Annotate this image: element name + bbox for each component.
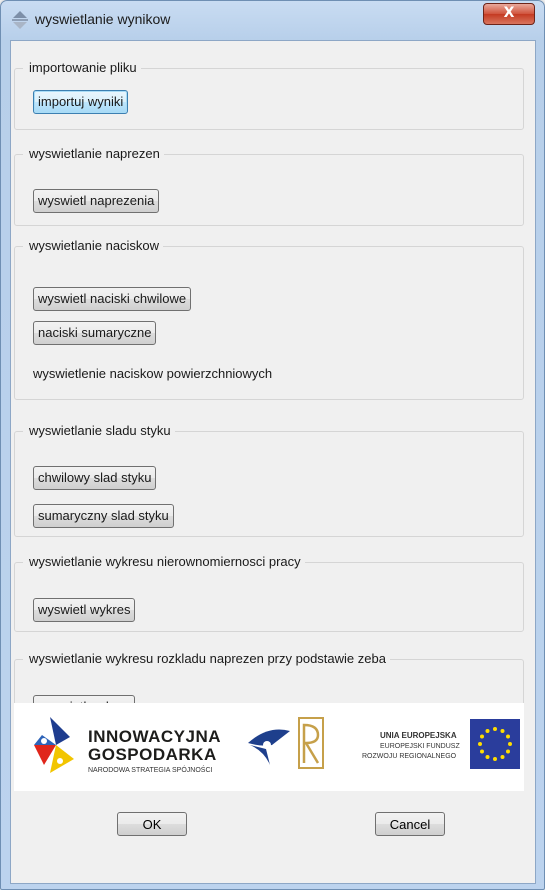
group-display-stresses: wyswietlanie naprezen wyswietl naprezeni… [14,146,524,226]
close-button[interactable]: X [483,3,535,25]
ok-button[interactable]: OK [117,812,187,836]
group-label: importowanie pliku [23,60,141,75]
eu-star [493,757,497,761]
eu-star [493,727,497,731]
ue-line3: ROZWOJU REGIONALNEGO [362,753,457,760]
group-label: wyswietlanie wykresu nierownomiernosci p… [23,554,305,569]
group-label: wyswietlanie naprezen [23,146,164,161]
eu-star [500,729,505,734]
ue-line2: EUROPEJSKI FUNDUSZ [380,743,460,750]
group-display-pressures: wyswietlanie naciskow wyswietl naciski c… [14,238,524,400]
summary-pressures-button[interactable]: naciski sumaryczne [33,321,157,345]
group-import-file: importowanie pliku importuj wyniki [14,60,524,130]
eu-star [485,729,490,734]
app-icon [12,11,28,29]
faculty-logo [298,717,324,769]
eu-star [508,742,512,746]
instant-contact-trace-button[interactable]: chwilowy slad styku [33,466,157,490]
cancel-button[interactable]: Cancel [375,812,445,836]
group-label: wyswietlanie wykresu rozkladu naprezen p… [23,651,390,666]
eu-star [500,754,505,759]
group-nonuniformity-chart: wyswietlanie wykresu nierownomiernosci p… [14,554,524,632]
eu-star [485,754,490,759]
summary-contact-trace-button[interactable]: sumaryczny slad styku [33,504,174,528]
eu-star [480,734,485,739]
window-title: wyswietlanie wynikow [35,11,171,27]
show-chart-button[interactable]: wyswietl wykres [33,598,136,622]
title-bar[interactable]: wyswietlanie wynikow X [1,1,544,39]
import-results-button[interactable]: importuj wyniki [33,90,129,114]
ig-subtitle: NARODOWA STRATEGIA SPÓJNOŚCI [88,767,213,774]
funding-logos-banner: INNOWACYJNA GOSPODARKA NARODOWA STRATEGI… [14,703,524,791]
surface-pressures-text: wyswietlenie naciskow powierzchniowych [33,366,273,381]
innovative-economy-logo [34,717,74,773]
ig-line2: GOSPODARKA [88,745,217,764]
group-label: wyswietlanie naciskow [23,238,164,253]
eu-star [478,742,482,746]
group-label: wyswietlanie sladu styku [23,423,175,438]
display-stresses-button[interactable]: wyswietl naprezenia [33,189,160,213]
eu-star [505,734,510,739]
eu-flag-icon [470,719,520,769]
ig-line1: INNOWACYJNA [88,727,222,746]
eu-star [480,749,485,754]
university-logo [248,729,290,765]
group-contact-trace: wyswietlanie sladu styku chwilowy slad s… [14,423,524,537]
eu-star [505,749,510,754]
ue-line1: UNIA EUROPEJSKA [380,731,457,740]
instant-pressures-button[interactable]: wyswietl naciski chwilowe [33,287,192,311]
